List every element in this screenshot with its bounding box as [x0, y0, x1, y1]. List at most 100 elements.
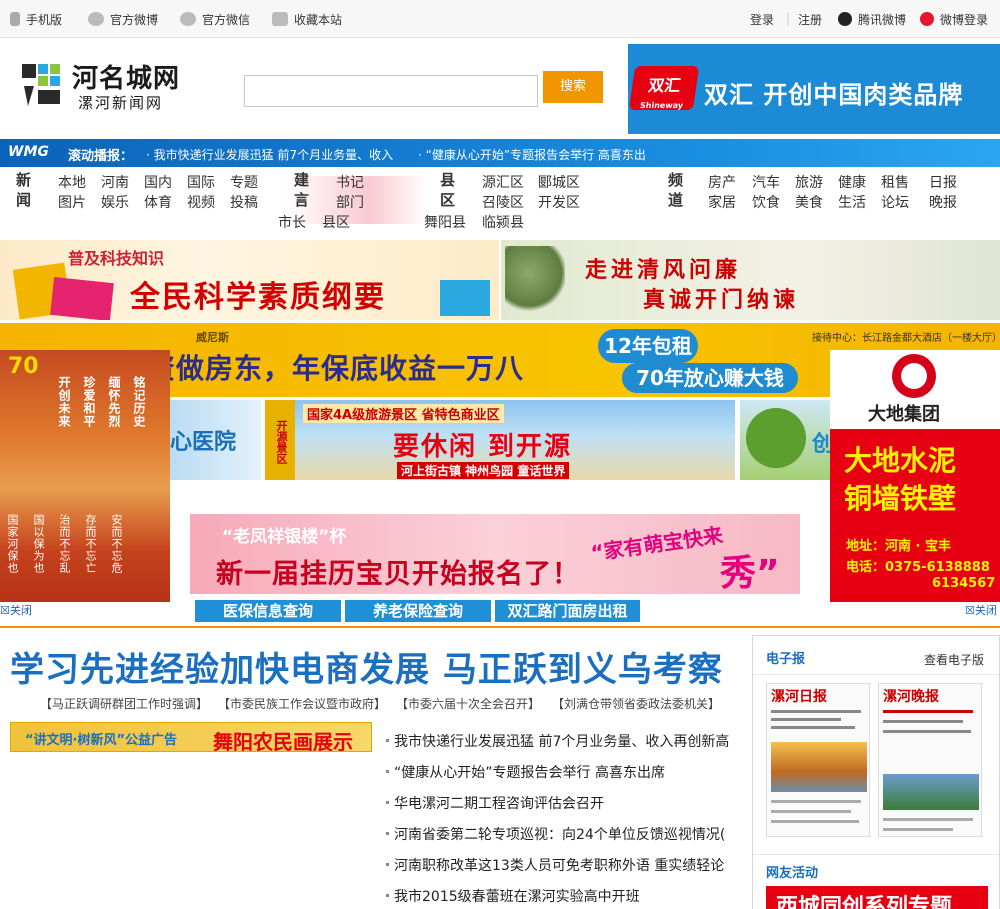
text-line: [883, 710, 973, 713]
sub-headline-link[interactable]: 【马正跃调研群团工作时强调】: [40, 695, 208, 712]
ad-slogan: 存而不忘亡: [84, 514, 97, 574]
view-epaper-link[interactable]: 查看电子版: [924, 651, 984, 668]
tencent-weibo-link[interactable]: 腾讯微博: [838, 11, 906, 28]
nav-link[interactable]: 本地: [58, 172, 86, 192]
sub-headline-link[interactable]: 【市委六届十次全会召开】: [396, 695, 540, 712]
epaper-daily[interactable]: 漯河日报: [766, 683, 870, 837]
clean-governance-banner[interactable]: 走进清风问廉 真诚开门纳谏: [501, 240, 1000, 320]
cement-ad[interactable]: 大地集团 大地水泥 铜墙铁壁 地址：河南 · 宝丰 电话：0375-6138888…: [830, 350, 1000, 602]
news-item[interactable]: “健康从心开始”专题报告会举行 高喜东出席: [386, 762, 665, 782]
weibo-login-link[interactable]: 微博登录: [920, 11, 988, 28]
bookmark-link[interactable]: 收藏本站: [272, 11, 342, 28]
epaper-evening[interactable]: 漯河晚报: [878, 683, 982, 837]
nav-link[interactable]: 家居: [708, 192, 736, 212]
nav-link[interactable]: 健康: [838, 172, 866, 192]
news-item[interactable]: 我市2015级春蕾班在漯河实验高中开班: [386, 886, 640, 906]
nav-link[interactable]: 书记: [336, 172, 364, 192]
nav-link[interactable]: 投稿: [230, 192, 258, 212]
nav-head-build: 建言: [294, 171, 310, 209]
cement-ad-group: 大地集团: [868, 404, 940, 425]
nav-link[interactable]: 临颍县: [482, 212, 524, 232]
epaper-photo: [771, 742, 867, 792]
nav-link[interactable]: 召陵区: [482, 192, 524, 212]
news-ticker: WMG 滚动播报： · 我市快递行业发展迅猛 前7个月业务量、收入 · “健康从…: [0, 139, 1000, 167]
logo-icon[interactable]: [22, 60, 62, 108]
nav-link[interactable]: 汽车: [752, 172, 780, 192]
news-item[interactable]: 华电漯河二期工程咨询评估会召开: [386, 793, 604, 813]
top-bar: 手机版 官方微博 官方微信 收藏本站 登录 | 注册 腾讯微博 微博登录: [0, 0, 1000, 38]
science-banner-sub: 普及科技知识: [68, 249, 165, 268]
register-link[interactable]: 注册: [798, 11, 822, 28]
nav-link[interactable]: 图片: [58, 192, 86, 212]
nav-link[interactable]: 专题: [230, 172, 258, 192]
nav-link[interactable]: 饮食: [752, 192, 780, 212]
wechat-link[interactable]: 官方微信: [180, 11, 250, 28]
book-graphic: [50, 276, 114, 320]
weibo-link[interactable]: 官方微博: [88, 11, 158, 28]
ticker-label: 滚动播报：: [68, 149, 134, 164]
nav-link[interactable]: 房产: [708, 172, 736, 192]
news-item[interactable]: 河南省委第二轮专项巡视：向24个单位反馈巡视情况(: [386, 824, 725, 844]
headline[interactable]: 学习先进经验加快电商发展 马正跃到义乌考察: [10, 642, 723, 691]
ticker-item[interactable]: · “健康从心开始”专题报告会举行 高喜东出: [418, 146, 646, 163]
ad-slogan: 缅怀先烈: [107, 376, 121, 428]
nav-link[interactable]: 视频: [187, 192, 215, 212]
folk-painting-ad[interactable]: “讲文明·树新风”公益广告 舞阳农民画展示: [10, 722, 372, 752]
tourism-banner[interactable]: 开源景区 国家4A级旅游景区 省特色商业区 要休闲 到开源 河上街古镇 神州鸟园…: [265, 400, 735, 480]
divider: [753, 854, 999, 855]
epaper-masthead: 漯河晚报: [883, 689, 939, 705]
ticker-logo: WMG: [8, 144, 49, 160]
shop-rental-button[interactable]: 双汇路门面房出租: [495, 600, 640, 622]
nav-link[interactable]: 娱乐: [101, 192, 129, 212]
ticker-item[interactable]: · 我市快递行业发展迅猛 前7个月业务量、收入: [146, 146, 393, 163]
nav-link[interactable]: 开发区: [538, 192, 580, 212]
sub-headline-link[interactable]: 【刘满仓带领省委政法委机关】: [552, 695, 720, 712]
close-right-ad-button[interactable]: ☒关闭: [965, 602, 997, 618]
news-item[interactable]: 我市快递行业发展迅猛 前7个月业务量、收入再创新高: [386, 731, 729, 751]
nav-link[interactable]: 国际: [187, 172, 215, 192]
pension-insurance-button[interactable]: 养老保险查询: [345, 600, 491, 622]
ad-slogan: 国以保为也: [32, 514, 45, 574]
nav-link[interactable]: 租售: [881, 172, 909, 192]
nav-link[interactable]: 生活: [838, 192, 866, 212]
nav-link[interactable]: 河南: [101, 172, 129, 192]
login-link[interactable]: 登录: [750, 11, 774, 28]
anniversary-ad[interactable]: 70 开创未来 珍爱和平 缅怀先烈 铭记历史 国家河保也 国以保为也 治而不忘乱…: [0, 350, 170, 602]
cement-ad-address: 地址：河南 · 宝丰: [846, 539, 951, 554]
sub-headline-link[interactable]: 【市委民族工作会议暨市政府】: [218, 695, 386, 712]
nav-link[interactable]: 体育: [144, 192, 172, 212]
tourism-sub: 河上街古镇 神州鸟园 童话世界: [397, 462, 570, 479]
search-button[interactable]: 搜索: [543, 71, 603, 103]
news-item[interactable]: 河南职称改革这13类人员可免考职称外语 重实绩轻论: [386, 855, 724, 875]
tree-banner[interactable]: 创: [740, 400, 830, 480]
medical-insurance-button[interactable]: 医保信息查询: [195, 600, 341, 622]
clean-banner-line1: 走进清风问廉: [585, 258, 742, 283]
baby-contest-banner[interactable]: “老凤祥银楼”杯 新一届挂历宝贝开始报名了！ “家有萌宝快来 秀”: [190, 514, 800, 594]
tourism-title: 要休闲 到开源: [393, 432, 573, 462]
ad-slogan: 安而不忘危: [110, 514, 123, 574]
nav-link[interactable]: 舞阳县: [424, 212, 466, 232]
nav-link[interactable]: 郾城区: [538, 172, 580, 192]
nav-link[interactable]: 市长: [278, 212, 306, 232]
nav-link[interactable]: 部门: [336, 192, 364, 212]
science-banner[interactable]: 普及科技知识 全民科学素质纲要: [0, 240, 499, 320]
ad-slogan: 珍爱和平: [82, 376, 96, 428]
activity-banner[interactable]: 西城同创系列专题: [766, 886, 988, 909]
nav-link[interactable]: 县区: [322, 212, 350, 232]
nav-link[interactable]: 源汇区: [482, 172, 524, 192]
shineway-ad[interactable]: 双汇 Shineway 双汇 开创中国肉类品牌: [628, 44, 1000, 134]
logo-title[interactable]: 河名城网: [72, 58, 180, 95]
nav-link[interactable]: 日报: [929, 172, 957, 192]
nav-link[interactable]: 论坛: [881, 192, 909, 212]
tree-banner-text: 创: [812, 432, 830, 457]
hospital-banner[interactable]: 心医院: [170, 400, 261, 480]
wechat-icon: [180, 12, 196, 26]
nav-link[interactable]: 美食: [795, 192, 823, 212]
nav-link[interactable]: 国内: [144, 172, 172, 192]
nav-link[interactable]: 旅游: [795, 172, 823, 192]
text-line: [883, 730, 971, 733]
nav-link[interactable]: 晚报: [929, 192, 957, 212]
mobile-link[interactable]: 手机版: [10, 11, 62, 28]
search-input[interactable]: [244, 75, 538, 107]
close-left-ad-button[interactable]: ☒关闭: [0, 602, 32, 618]
